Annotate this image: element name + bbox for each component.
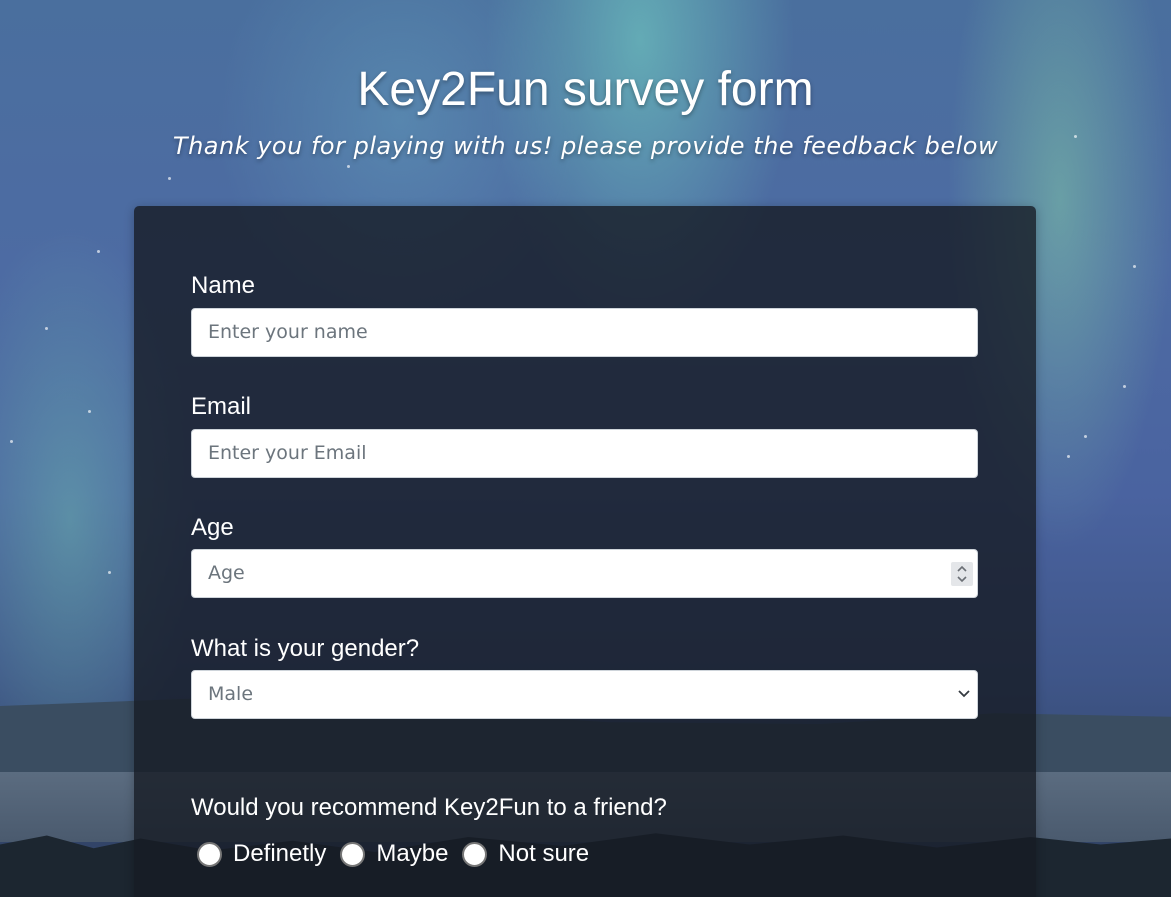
chevron-down-icon <box>958 690 970 698</box>
age-placeholder: Age <box>208 562 245 584</box>
radio-button[interactable] <box>197 841 222 867</box>
radio-label: Maybe <box>376 840 449 867</box>
name-label: Name <box>191 272 256 299</box>
radio-button[interactable] <box>462 841 488 867</box>
page-description: Thank you for playing with us! please pr… <box>172 132 999 160</box>
recommend-options: Definetly Maybe Not sure <box>197 840 603 868</box>
gender-label: What is your gender? <box>191 635 420 662</box>
age-input[interactable]: Age <box>191 549 978 598</box>
email-input[interactable]: Enter your Email <box>191 429 978 478</box>
page-header: Key2Fun survey form Thank you for playin… <box>0 62 1171 162</box>
radio-label: Definetly <box>233 840 327 867</box>
survey-form: Name Enter your name Email Enter your Em… <box>134 206 1036 897</box>
name-placeholder: Enter your name <box>208 321 368 343</box>
email-label: Email <box>191 393 252 420</box>
recommend-question: Would you recommend Key2Fun to a friend? <box>191 794 667 821</box>
recommend-option-maybe[interactable]: Maybe <box>340 840 448 868</box>
name-input[interactable]: Enter your name <box>191 308 978 357</box>
radio-label: Not sure <box>498 840 590 867</box>
radio-button[interactable] <box>340 841 366 867</box>
page-title: Key2Fun survey form <box>357 63 814 116</box>
recommend-option-definetly[interactable]: Definetly <box>197 840 326 868</box>
gender-selected-value: Male <box>208 683 254 705</box>
recommend-option-not-sure[interactable]: Not sure <box>462 840 589 868</box>
age-label: Age <box>191 514 234 541</box>
email-placeholder: Enter your Email <box>208 442 367 464</box>
gender-select[interactable]: Male <box>191 670 978 719</box>
number-spinner-icon[interactable] <box>951 562 973 586</box>
